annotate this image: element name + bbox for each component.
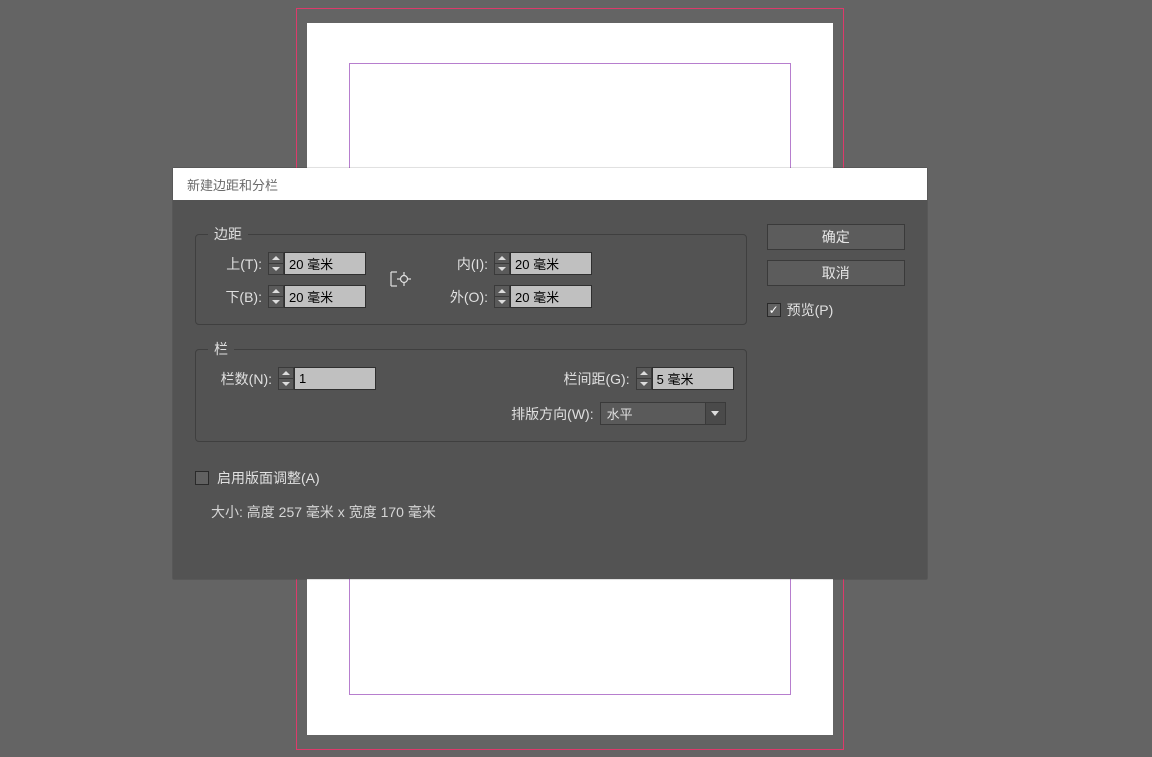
margin-outside-label: 外(O): <box>434 287 488 307</box>
size-info: 大小: 高度 257 毫米 x 宽度 170 毫米 <box>211 502 747 522</box>
margin-bottom-label: 下(B): <box>208 287 262 307</box>
margin-bottom-stepper[interactable] <box>268 285 366 308</box>
margin-inside-up[interactable] <box>494 252 510 263</box>
column-count-down[interactable] <box>278 378 294 390</box>
ok-button[interactable]: 确定 <box>767 224 905 250</box>
margins-legend: 边距 <box>208 224 248 244</box>
layout-adjust-checkbox[interactable] <box>195 471 209 485</box>
columns-group: 栏 栏数(N): 栏间距 <box>195 339 747 442</box>
column-count-input[interactable] <box>294 367 376 390</box>
chevron-down-icon <box>705 403 725 424</box>
direction-value: 水平 <box>601 404 705 423</box>
margin-top-down[interactable] <box>268 263 284 275</box>
columns-legend: 栏 <box>208 339 234 359</box>
direction-label: 排版方向(W): <box>486 404 594 424</box>
gutter-down[interactable] <box>636 378 652 390</box>
margin-outside-down[interactable] <box>494 296 510 308</box>
gutter-label: 栏间距(G): <box>546 369 630 389</box>
dialog-titlebar[interactable]: 新建边距和分栏 <box>173 168 927 200</box>
margin-outside-stepper[interactable] <box>494 285 592 308</box>
direction-select[interactable]: 水平 <box>600 402 726 425</box>
column-count-stepper[interactable] <box>278 367 376 390</box>
margin-outside-up[interactable] <box>494 285 510 296</box>
margin-inside-stepper[interactable] <box>494 252 592 275</box>
column-count-label: 栏数(N): <box>208 369 272 389</box>
dialog-title: 新建边距和分栏 <box>187 175 278 194</box>
link-margins-icon[interactable] <box>387 264 413 297</box>
margin-inside-label: 内(I): <box>434 254 488 274</box>
margin-top-up[interactable] <box>268 252 284 263</box>
margin-top-label: 上(T): <box>208 254 262 274</box>
margin-inside-down[interactable] <box>494 263 510 275</box>
margin-top-stepper[interactable] <box>268 252 366 275</box>
preview-label: 预览(P) <box>787 300 834 320</box>
margin-bottom-input[interactable] <box>284 285 366 308</box>
margin-outside-input[interactable] <box>510 285 592 308</box>
margins-group: 边距 上(T): <box>195 224 747 325</box>
cancel-button[interactable]: 取消 <box>767 260 905 286</box>
gutter-stepper[interactable] <box>636 367 734 390</box>
column-count-up[interactable] <box>278 367 294 378</box>
margins-columns-dialog: 新建边距和分栏 边距 上(T): <box>173 168 927 579</box>
gutter-input[interactable] <box>652 367 734 390</box>
margin-inside-input[interactable] <box>510 252 592 275</box>
preview-checkbox[interactable] <box>767 303 781 317</box>
margin-bottom-down[interactable] <box>268 296 284 308</box>
gutter-up[interactable] <box>636 367 652 378</box>
margin-top-input[interactable] <box>284 252 366 275</box>
margin-bottom-up[interactable] <box>268 285 284 296</box>
layout-adjust-label: 启用版面调整(A) <box>217 468 320 488</box>
